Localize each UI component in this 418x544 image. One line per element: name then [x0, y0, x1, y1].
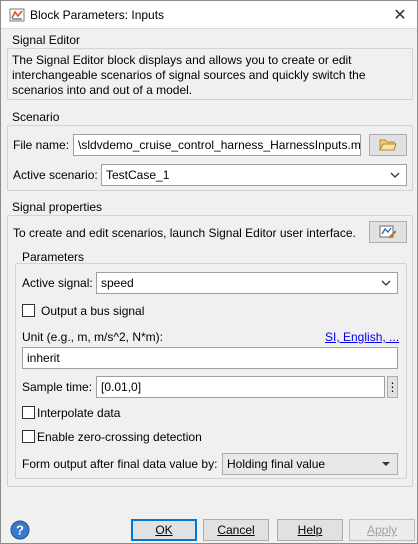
window-title: Block Parameters: Inputs — [30, 8, 165, 22]
signal-properties-section-title: Signal properties — [12, 200, 103, 214]
help-button[interactable]: Help — [277, 519, 343, 541]
launch-signal-editor-text: To create and edit scenarios, launch Sig… — [13, 226, 356, 240]
sample-time-label: Sample time: — [22, 380, 93, 394]
active-signal-dropdown[interactable]: speed — [96, 272, 398, 294]
active-signal-value: speed — [101, 276, 134, 290]
ok-button-label: OK — [155, 523, 173, 537]
form-output-dropdown[interactable]: Holding final value — [222, 453, 398, 475]
cancel-button[interactable]: Cancel — [203, 519, 269, 541]
form-output-label: Form output after final data value by: — [22, 457, 218, 471]
unit-system-link[interactable]: SI, English, ... — [325, 330, 399, 344]
help-icon[interactable]: ? — [10, 520, 30, 540]
unit-input[interactable]: inherit — [22, 347, 398, 369]
help-button-label: Help — [297, 523, 323, 537]
form-output-value: Holding final value — [227, 457, 326, 471]
active-signal-label: Active signal: — [22, 276, 93, 290]
cancel-button-label: Cancel — [217, 523, 255, 537]
sample-time-input[interactable]: [0.01,0] — [96, 376, 385, 398]
close-icon: ✕ — [393, 7, 407, 24]
simulink-block-icon — [9, 8, 25, 22]
file-name-input[interactable]: \sldvdemo_cruise_control_harness_Harness… — [73, 134, 361, 156]
active-scenario-value: TestCase_1 — [106, 168, 170, 182]
launch-signal-editor-button[interactable] — [369, 221, 407, 243]
chevron-down-icon — [381, 280, 391, 286]
active-scenario-label: Active scenario: — [13, 168, 98, 182]
close-button[interactable]: ✕ — [387, 3, 413, 27]
ok-button[interactable]: OK — [131, 519, 197, 541]
svg-text:?: ? — [16, 523, 24, 538]
zero-crossing-label: Enable zero-crossing detection — [37, 430, 202, 444]
interpolate-data-checkbox[interactable] — [22, 406, 35, 419]
active-scenario-dropdown[interactable]: TestCase_1 — [101, 164, 407, 186]
block-parameters-dialog: Block Parameters: Inputs ✕ Signal Editor… — [0, 0, 418, 544]
browse-file-button[interactable] — [369, 134, 407, 156]
title-bar: Block Parameters: Inputs ✕ — [1, 1, 417, 29]
apply-button-label: Apply — [366, 523, 398, 537]
signal-editor-launch-icon — [379, 225, 397, 239]
output-bus-label: Output a bus signal — [41, 304, 145, 318]
file-name-label: File name: — [13, 138, 70, 152]
folder-open-icon — [379, 139, 397, 151]
output-bus-checkbox[interactable] — [22, 304, 35, 317]
scenario-section-title: Scenario — [12, 110, 60, 124]
apply-button[interactable]: Apply — [349, 519, 415, 541]
more-options-icon: ⋮ — [386, 380, 399, 394]
unit-label: Unit (e.g., m, m/s^2, N*m): — [22, 330, 163, 344]
signal-editor-description: The Signal Editor block displays and all… — [12, 53, 366, 97]
sample-time-more-button[interactable]: ⋮ — [386, 376, 399, 398]
parameters-group-title: Parameters — [22, 250, 85, 264]
chevron-down-icon — [382, 462, 390, 466]
zero-crossing-checkbox[interactable] — [22, 430, 35, 443]
interpolate-data-label: Interpolate data — [37, 406, 121, 420]
signal-editor-section-title: Signal Editor — [12, 33, 81, 47]
parameters-group — [15, 263, 407, 479]
chevron-down-icon — [390, 172, 400, 178]
